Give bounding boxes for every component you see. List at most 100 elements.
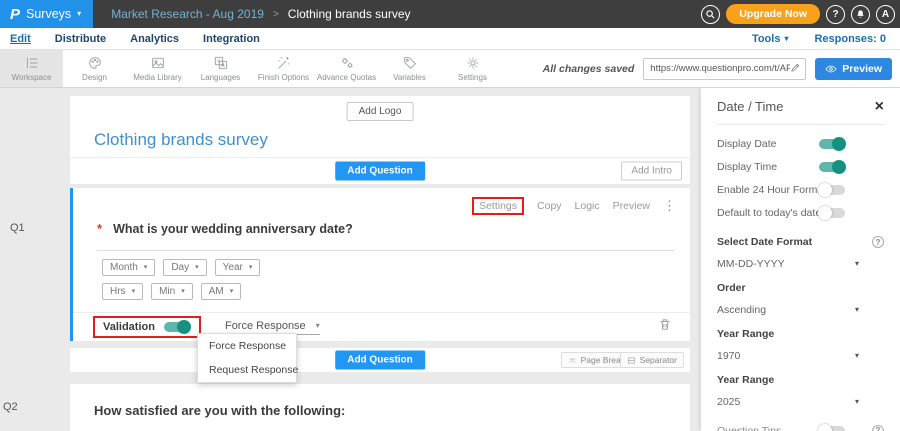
enable-24-hour-toggle[interactable] [819,185,845,195]
editor-toolbar: Workspace Design Media Library Languages… [0,50,900,88]
validation-toggle[interactable] [164,322,190,332]
default-today-toggle[interactable] [819,208,845,218]
hours-select[interactable]: Hrs▾ [102,283,143,300]
month-select[interactable]: Month▾ [102,259,155,276]
tool-languages[interactable]: Languages [189,50,252,87]
edit-pencil-icon[interactable] [790,60,801,78]
separator-icon [627,356,636,365]
chevron-down-icon: ▾ [132,288,136,295]
add-logo-button[interactable]: Add Logo [347,102,414,121]
help-icon[interactable]: ? [872,236,884,248]
toggle-knob [832,160,846,174]
tool-design[interactable]: Design [63,50,126,87]
display-time-toggle[interactable] [819,162,845,172]
minutes-select[interactable]: Min▾ [151,283,193,300]
breadcrumb-folder[interactable]: Market Research - Aug 2019 [111,7,264,21]
order-label-row: Order [717,282,884,294]
workspace-list-icon [24,55,40,71]
translate-icon [213,55,229,71]
chevron-down-icon: ▾ [855,352,859,360]
responses-count[interactable]: Responses: 0 [814,33,886,45]
main-nav: Edit Distribute Analytics Integration To… [0,28,900,50]
question-tips-toggle[interactable] [819,426,845,431]
add-question-button[interactable]: Add Question [335,162,425,181]
validation-highlight-box: Validation [93,316,201,338]
question-logic-link[interactable]: Logic [575,200,600,212]
close-icon[interactable]: × [875,101,884,113]
tool-advance-quotas[interactable]: Advance Quotas [315,50,378,87]
tool-settings[interactable]: Settings [441,50,504,87]
question-text-q1[interactable]: What is your wedding anniversary date? [113,222,353,236]
tab-distribute[interactable]: Distribute [55,33,106,45]
year-range-end-label-row: Year Range [717,374,884,386]
tool-media-library[interactable]: Media Library [126,50,189,87]
tag-icon [402,55,418,71]
menu-item-force-response[interactable]: Force Response [198,334,296,358]
chevron-down-icon: ▾ [181,288,185,295]
chevron-down-icon: ▾ [230,288,234,295]
questionpro-survey-editor: P Surveys ▾ Market Research - Aug 2019 >… [0,0,900,431]
chevron-down-icon: ▾ [316,322,320,330]
year-range-start-select[interactable]: 1970 ▾ [717,350,859,362]
breadcrumb-survey-name: Clothing brands survey [288,7,411,21]
add-intro-button[interactable]: Add Intro [621,162,682,181]
ampm-select[interactable]: AM▾ [201,283,242,300]
title-card-footer: Add Question Add Intro [70,157,690,184]
gears-icon [339,55,355,71]
tool-workspace[interactable]: Workspace [0,50,63,87]
insert-question-bar: Add Question Page Break Separator [70,348,690,372]
tools-menu[interactable]: Tools▾ [752,33,789,45]
gear-icon [465,55,481,71]
survey-title-card: Add Logo Clothing brands survey Add Ques… [70,96,690,184]
question-footer-divider [73,312,690,313]
toggle-knob [818,183,832,197]
add-question-button-2[interactable]: Add Question [335,351,425,370]
survey-title[interactable]: Clothing brands survey [94,130,268,150]
response-mode-menu: Force Response Request Response [197,333,297,383]
year-select[interactable]: Year▾ [215,259,261,276]
panel-header: Date / Time × [717,88,884,125]
toggle-knob [818,424,832,431]
help-icon[interactable]: ? [872,425,884,431]
questionpro-logo: P [10,6,20,23]
question-settings-link[interactable]: Settings [472,197,524,215]
tool-variables[interactable]: Variables [378,50,441,87]
menu-item-request-response[interactable]: Request Response [198,358,296,382]
upgrade-now-button[interactable]: Upgrade Now [726,4,820,24]
date-format-select[interactable]: MM-DD-YYYY ▾ [717,258,859,270]
help-button[interactable]: ? [826,5,845,24]
tool-finish-options[interactable]: Finish Options [252,50,315,87]
question-preview-link[interactable]: Preview [613,200,650,212]
palette-icon [87,55,103,71]
search-icon[interactable] [701,5,720,24]
display-date-toggle[interactable] [819,139,845,149]
validation-row: Validation Force Response ▾ [93,314,672,340]
more-options-icon[interactable]: ⋮ [663,198,676,214]
image-icon [150,55,166,71]
notifications-bell-icon[interactable] [851,5,870,24]
toggle-knob [177,320,191,334]
question-copy-link[interactable]: Copy [537,200,562,212]
year-range-end-select[interactable]: 2025 ▾ [717,396,859,408]
question-text-q2[interactable]: How satisfied are you with the following… [94,403,345,418]
delete-question-icon[interactable] [658,317,672,337]
toggle-knob [832,137,846,151]
panel-title: Date / Time [717,99,783,114]
order-select[interactable]: Ascending ▾ [717,304,859,316]
time-selects-row: Hrs▾ Min▾ AM▾ [102,283,241,300]
tab-edit[interactable]: Edit [10,33,31,45]
account-avatar[interactable]: A [876,5,895,24]
tab-analytics[interactable]: Analytics [130,33,179,45]
eye-icon [825,63,837,75]
tab-integration[interactable]: Integration [203,33,260,45]
chevron-down-icon: ▾ [855,260,859,268]
day-select[interactable]: Day▾ [163,259,206,276]
separator-button[interactable]: Separator [620,352,684,368]
toggle-row-default-today: Default to today's date [717,201,884,224]
question-text-underline [97,250,674,251]
surveys-product-menu[interactable]: P Surveys ▾ [0,0,93,28]
toolbar-right: All changes saved Preview [543,50,900,87]
preview-button[interactable]: Preview [815,58,892,80]
survey-url-input[interactable] [650,63,790,74]
toggle-knob [818,206,832,220]
